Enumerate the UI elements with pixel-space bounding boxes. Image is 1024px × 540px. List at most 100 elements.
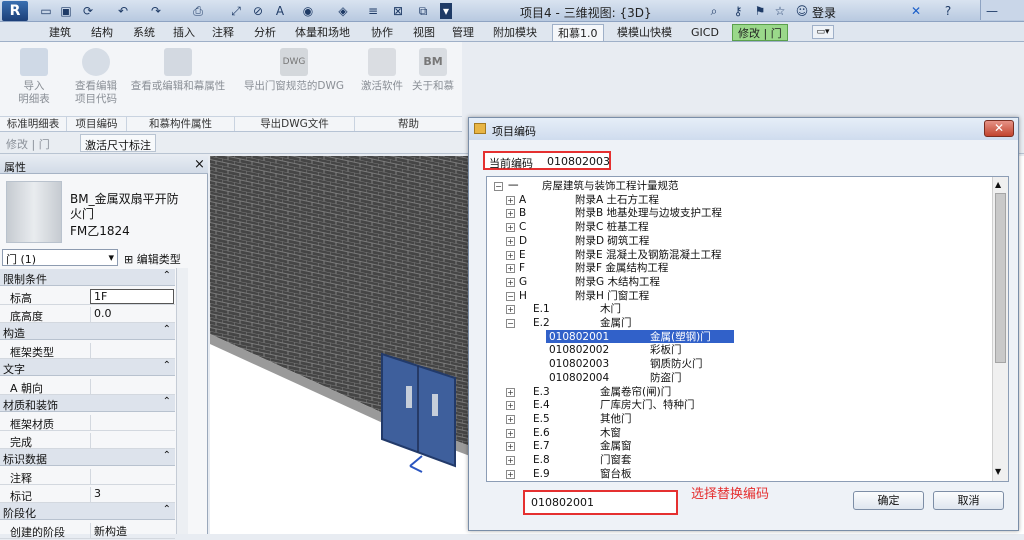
dialog-close-button[interactable]: ✕ [984, 120, 1014, 137]
activate-software-button[interactable]: 激活软件 [356, 48, 408, 93]
tree-node-label[interactable]: 窗台板 [600, 468, 632, 480]
property-value[interactable] [90, 379, 174, 394]
tree-node-code[interactable]: 010802002 [549, 344, 609, 356]
tree-node-label[interactable]: 附录E 混凝土及钢筋混凝土工程 [575, 249, 721, 261]
property-value[interactable] [90, 343, 174, 358]
tree-node-label[interactable]: 附录F 金属结构工程 [575, 262, 668, 274]
binoculars-icon[interactable]: ⌕ [706, 3, 722, 19]
collapse-icon[interactable]: ⌃ [163, 504, 171, 515]
tree-scrollbar[interactable]: ▲ ▼ [992, 177, 1008, 481]
switch-windows-icon[interactable]: ⧉ [415, 3, 431, 19]
section-icon[interactable]: ◈ [335, 3, 351, 19]
tab-gicd[interactable]: GICD [686, 24, 724, 41]
tree-node-code[interactable]: E.5 [533, 413, 550, 425]
tree-node-code[interactable]: F [519, 262, 525, 274]
expand-icon[interactable]: + [506, 456, 515, 465]
measure-icon[interactable]: ⤢ [228, 3, 244, 19]
tree-node-code[interactable]: E.1 [533, 303, 550, 315]
print-icon[interactable]: ⎙ [190, 3, 206, 19]
minimize-icon[interactable]: — [984, 3, 1000, 19]
collapse-icon[interactable]: − [506, 319, 515, 328]
key-icon[interactable]: ⚷ [730, 3, 746, 19]
collapse-icon[interactable]: − [506, 291, 515, 301]
property-value[interactable] [90, 433, 174, 448]
property-value[interactable]: 3 [90, 487, 174, 502]
tree-node-label[interactable]: 金属门 [600, 317, 632, 329]
tree-node-label[interactable]: 木窗 [600, 427, 621, 439]
tree-node-code[interactable]: E.9 [533, 468, 550, 480]
tree-node-code[interactable]: E.3 [533, 386, 550, 398]
tree-node-label[interactable]: 防盗门 [650, 372, 682, 384]
instance-selector[interactable]: 门 (1) ▾ [2, 249, 118, 266]
flip-arrow-icon[interactable] [409, 455, 423, 473]
expand-icon[interactable]: + [506, 277, 515, 287]
tree-node-code[interactable]: B [519, 207, 526, 219]
tab-collaborate[interactable]: 协作 [366, 24, 398, 41]
activate-dimension-button[interactable]: 激活尺寸标注 [80, 134, 156, 152]
text-icon[interactable]: A [272, 3, 288, 19]
properties-scrollbar[interactable] [176, 268, 188, 534]
collapse-icon[interactable]: ⌃ [163, 450, 171, 461]
tab-annotate[interactable]: 注释 [207, 24, 239, 41]
3d-view-icon[interactable]: ◉ [300, 3, 316, 19]
edit-type-button[interactable]: ⊞ 编辑类型 [124, 251, 181, 267]
subscription-icon[interactable]: ⚑ [752, 3, 768, 19]
open-icon[interactable]: ▭ [38, 3, 54, 19]
tree-node-label[interactable]: 附录B 地基处理与边坡支护工程 [575, 207, 722, 219]
customize-qat-icon[interactable]: ▾ [440, 3, 452, 19]
tree-node-label[interactable]: 金属窗 [600, 440, 632, 452]
tree-node-label[interactable]: 木门 [600, 303, 621, 315]
property-group-header[interactable]: 文字 ⌃ [0, 359, 175, 376]
expand-icon[interactable]: + [506, 305, 515, 315]
property-value[interactable]: 新构造 [90, 523, 174, 538]
save-icon[interactable]: ▣ [58, 3, 74, 19]
tab-plugin[interactable]: 模模山快模 [612, 24, 677, 41]
edit-hemu-props-button[interactable]: 查看或编辑和幕属性 [126, 48, 230, 93]
property-value[interactable]: 0.0 [90, 307, 174, 322]
ok-button[interactable]: 确定 [853, 491, 924, 510]
user-icon[interactable]: ☺ [794, 3, 810, 19]
ribbon-toggle-icon[interactable]: ▭▾ [812, 25, 834, 39]
tree-node-code[interactable]: E.4 [533, 399, 550, 411]
export-dwg-button[interactable]: DWG 导出门窗规范的DWG [238, 48, 350, 93]
cancel-button[interactable]: 取消 [933, 491, 1004, 510]
app-menu-button[interactable]: R [2, 1, 28, 21]
tree-node-code[interactable]: A [519, 194, 526, 206]
tab-view[interactable]: 视图 [408, 24, 440, 41]
login-link[interactable]: 登录 [812, 4, 836, 21]
tree-node-label[interactable]: 金属(塑钢)门 [650, 331, 711, 343]
tab-hemu[interactable]: 和慕1.0 [552, 24, 604, 41]
sync-icon[interactable]: ⟳ [80, 3, 96, 19]
scroll-thumb[interactable] [995, 193, 1006, 363]
close-icon[interactable]: × [194, 157, 205, 172]
property-row[interactable]: 框架材质 [0, 413, 175, 431]
property-group-header[interactable]: 标识数据 ⌃ [0, 449, 175, 466]
collapse-icon[interactable]: ⌃ [163, 360, 171, 371]
tree-node-code[interactable]: H [519, 290, 527, 302]
tab-systems[interactable]: 系统 [128, 24, 160, 41]
tab-analyze[interactable]: 分析 [249, 24, 281, 41]
tab-manage[interactable]: 管理 [447, 24, 479, 41]
expand-icon[interactable]: + [506, 414, 515, 424]
tree-node-label[interactable]: 附录H 门窗工程 [575, 290, 649, 302]
tree-node-label[interactable]: 钢质防火门 [650, 358, 703, 370]
tab-insert[interactable]: 插入 [168, 24, 200, 41]
tree-node-label[interactable]: 房屋建筑与装饰工程计量规范 [542, 180, 679, 192]
tree-node-label[interactable]: 附录G 木结构工程 [575, 276, 660, 288]
property-row[interactable]: 注释 [0, 467, 175, 485]
expand-icon[interactable]: + [506, 223, 515, 233]
help-icon[interactable]: ? [940, 3, 956, 19]
tab-structure[interactable]: 结构 [86, 24, 118, 41]
tree-node-code[interactable]: E.8 [533, 454, 550, 466]
expand-icon[interactable]: + [506, 209, 515, 219]
tree-node-label[interactable]: 厂库房大门、特种门 [600, 399, 695, 411]
property-value[interactable]: 1F [90, 289, 174, 304]
collapse-icon[interactable]: ⌃ [163, 396, 171, 407]
tree-node-code[interactable]: 一 [508, 180, 519, 192]
property-row[interactable]: 框架类型 [0, 341, 175, 359]
property-group-header[interactable]: 材质和装饰 ⌃ [0, 395, 175, 412]
tree-node-code[interactable]: 010802001 [549, 331, 609, 343]
collapse-icon[interactable]: − [494, 182, 503, 191]
tree-node-code[interactable]: E.2 [533, 317, 550, 329]
expand-icon[interactable]: + [506, 401, 515, 411]
